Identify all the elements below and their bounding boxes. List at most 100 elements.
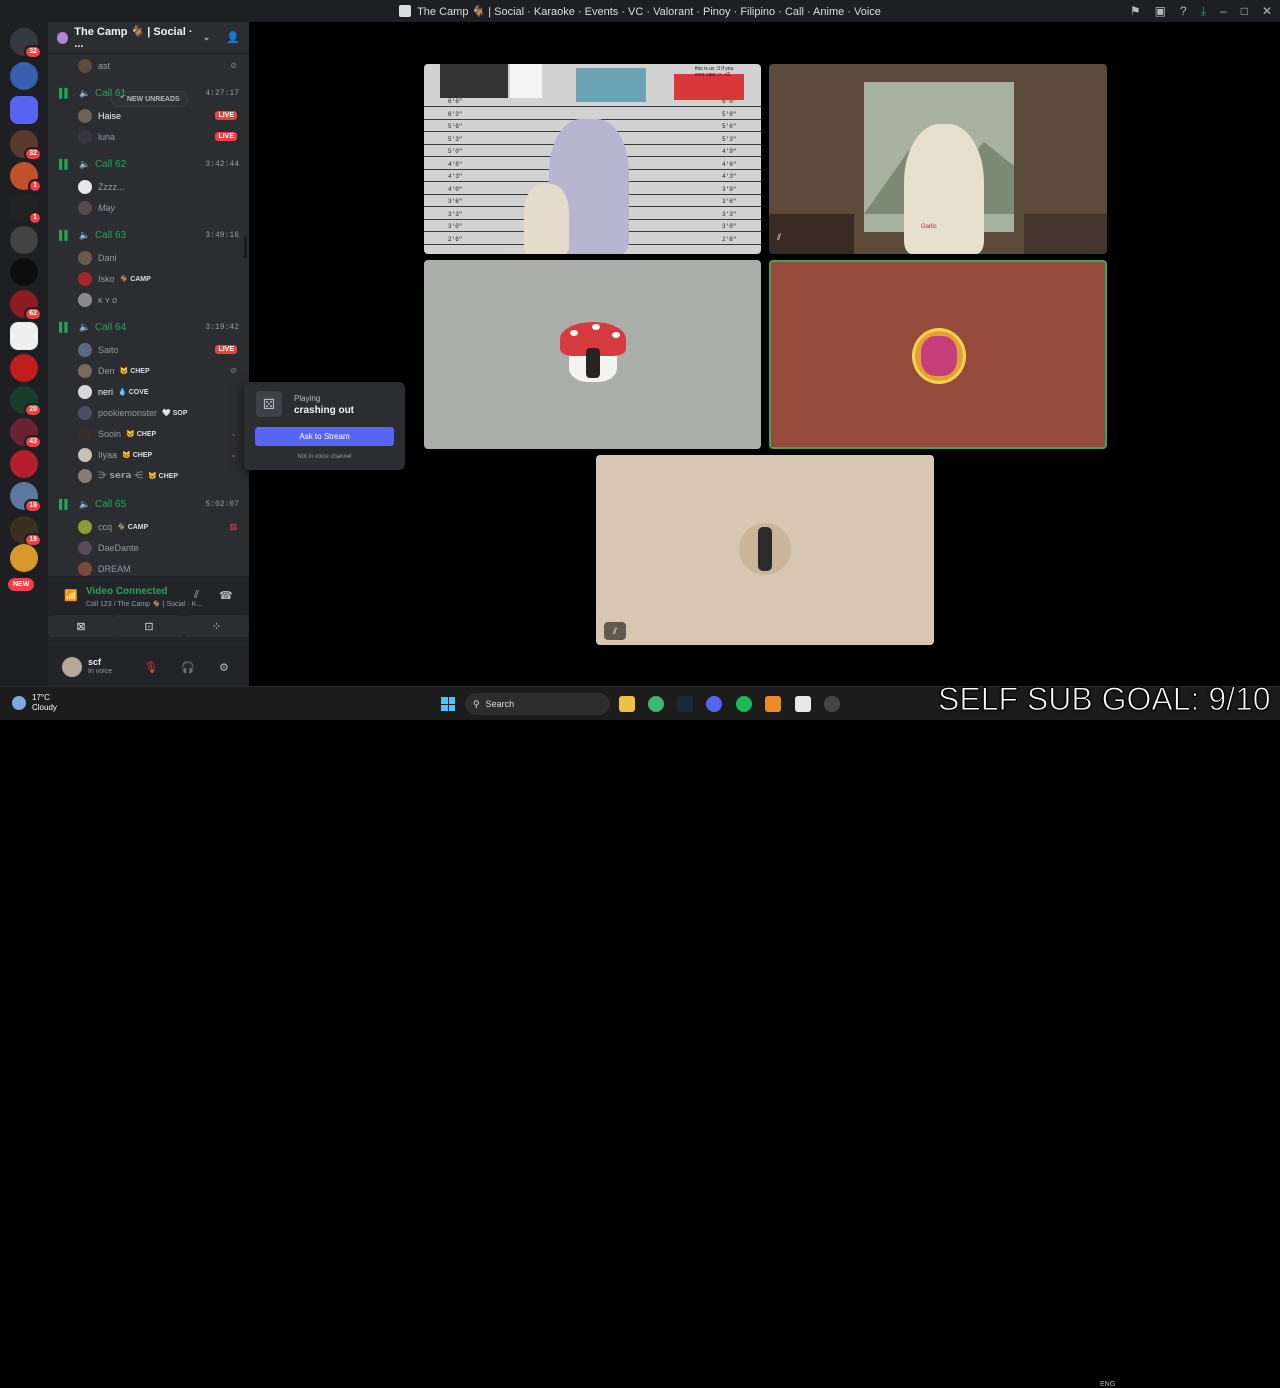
server-name: The Camp 🐐 | Social · ... bbox=[74, 26, 193, 50]
video-tile-window-scene[interactable]: Garlic ⫽ bbox=[769, 64, 1107, 254]
server-icon[interactable]: 32 bbox=[10, 130, 42, 161]
screen-share-button[interactable]: ⊡ bbox=[114, 615, 184, 637]
server-header[interactable]: The Camp 🐐 | Social · ... ⌄ 👤 bbox=[48, 22, 249, 54]
voice-member[interactable]: neri 💧 COVE bbox=[48, 381, 249, 402]
new-servers-pill[interactable]: NEW bbox=[8, 578, 35, 591]
gear-icon[interactable]: ⚙ bbox=[219, 661, 229, 674]
voice-member[interactable]: Dani bbox=[48, 247, 249, 268]
height-label: 5'0" bbox=[448, 148, 463, 155]
discord-home-icon[interactable]: 32 bbox=[10, 28, 42, 59]
discord-icon[interactable] bbox=[706, 696, 722, 712]
voice-channel-call-61[interactable]: ▌▌ 🔈 Call 61 4:27:17 bbox=[48, 83, 249, 103]
the-camp-server-icon[interactable] bbox=[10, 322, 38, 350]
windows-start-icon[interactable] bbox=[441, 697, 455, 711]
weather-widget[interactable]: 17°C Cloudy bbox=[12, 693, 57, 713]
spotify-icon[interactable] bbox=[736, 696, 752, 712]
video-tile-self[interactable]: ⫽ bbox=[596, 455, 934, 645]
window-titlebar: The Camp 🐐 | Social · Karaoke · Events ·… bbox=[0, 0, 1280, 22]
voice-activity-icon: ▌▌ bbox=[59, 230, 71, 240]
channel-sidebar: The Camp 🐐 | Social · ... ⌄ 👤 ast ⊘ ⌃ NE… bbox=[48, 22, 249, 687]
video-tile-height-chart[interactable]: 6'6" 6'0" 6'3" 5'9" 5'6" 5'6" 5'3" 5'3" 5'0" 4'9"… bbox=[424, 64, 761, 254]
server-icon[interactable]: 43 bbox=[10, 418, 42, 449]
anime-character bbox=[904, 124, 984, 254]
chrome-icon[interactable] bbox=[648, 696, 664, 712]
server-icon[interactable] bbox=[10, 62, 38, 90]
ask-to-stream-button[interactable]: Ask to Stream bbox=[255, 427, 394, 446]
channel-list[interactable]: ast ⊘ ⌃ NEW UNREADS ▌▌ 🔈 Call 61 4:27:17… bbox=[48, 54, 249, 576]
voice-member[interactable]: Zzzz... bbox=[48, 176, 249, 197]
voice-member[interactable]: Den 🐱 CHEP ⊘ bbox=[48, 360, 249, 381]
connection-location[interactable]: Call 123 / The Camp 🐐 | Social · K... bbox=[86, 600, 226, 608]
server-icon[interactable]: 16 bbox=[10, 482, 42, 513]
maximize-button[interactable]: □ bbox=[1241, 4, 1248, 18]
activities-button[interactable]: ⁘ bbox=[184, 615, 249, 637]
help-icon[interactable]: ? bbox=[1180, 4, 1187, 18]
user-name[interactable]: scf bbox=[88, 657, 101, 667]
voice-member[interactable]: Ilyaa 🐱 CHEP ⌄ bbox=[48, 444, 249, 465]
live-badge: LIVE bbox=[215, 111, 237, 120]
folder-icon[interactable] bbox=[10, 96, 38, 124]
member-name: ᴋ ʏ ᴏ bbox=[98, 294, 118, 305]
input-language[interactable]: ENG bbox=[1100, 1381, 1115, 1388]
inbox-icon[interactable]: ⚑ bbox=[1130, 4, 1141, 18]
server-icon[interactable] bbox=[10, 450, 38, 478]
webcam-overlay bbox=[769, 214, 854, 254]
screen-icon[interactable]: ▣ bbox=[1155, 4, 1166, 18]
voice-member[interactable]: Haise LIVE bbox=[48, 105, 249, 126]
member-tag: 🐐 CAMP bbox=[119, 275, 151, 283]
voice-channel-call-65[interactable]: ▌▌ 🔈 Call 65 5:02:07 bbox=[48, 494, 249, 514]
server-icon[interactable]: 20 bbox=[10, 386, 42, 417]
server-icon[interactable]: 62 bbox=[10, 290, 42, 321]
server-icon[interactable]: 1 bbox=[10, 162, 42, 193]
voice-channel-call-63[interactable]: ▌▌ 🔈 Call 63 3:49:16 bbox=[48, 225, 249, 245]
voice-member[interactable]: ⋺ 𝘀𝗲𝗿𝗮 ⋲ 🐱 CHEP bbox=[48, 465, 249, 486]
server-icon[interactable] bbox=[10, 258, 38, 286]
voice-member[interactable]: Sooin 🐱 CHEP ⌄ bbox=[48, 423, 249, 444]
minimize-button[interactable]: – bbox=[1220, 4, 1227, 18]
mic-muted-icon[interactable]: 🎙 bbox=[144, 661, 158, 674]
download-icon[interactable]: ⤓ bbox=[1201, 4, 1206, 19]
voice-member[interactable]: ccq 🐐 CAMP ▨ bbox=[48, 516, 249, 537]
file-explorer-icon[interactable] bbox=[619, 696, 635, 712]
video-tile-speaking[interactable] bbox=[769, 260, 1107, 449]
voice-member[interactable]: DREAM bbox=[48, 558, 249, 576]
camera-off-button[interactable]: ⊠ bbox=[48, 615, 114, 637]
voice-member[interactable]: pookiemonster 🤍 SOP bbox=[48, 402, 249, 423]
avatar[interactable] bbox=[62, 657, 82, 677]
steam-icon[interactable] bbox=[677, 696, 693, 712]
member-tag-label: CHEP bbox=[130, 367, 150, 375]
member-name: Zzzz... bbox=[98, 181, 125, 192]
taskbar-search[interactable]: ⚲ Search bbox=[465, 693, 610, 715]
close-button[interactable]: ✕ bbox=[1262, 4, 1272, 18]
voice-channel-call-64[interactable]: ▌▌ 🔈 Call 64 3:19:42 bbox=[48, 317, 249, 337]
avatar bbox=[78, 200, 92, 215]
live-badge: LIVE bbox=[215, 132, 237, 141]
server-icon[interactable] bbox=[10, 544, 38, 572]
voice-member[interactable]: ᴋ ʏ ᴏ bbox=[48, 289, 249, 310]
app-icon[interactable] bbox=[765, 696, 781, 712]
voice-member[interactable]: May bbox=[48, 197, 249, 218]
voice-member[interactable]: ast ⊘ bbox=[48, 55, 249, 76]
connection-status[interactable]: Video Connected bbox=[86, 586, 168, 597]
voice-channel-call-62[interactable]: ▌▌ 🔈 Call 62 3:42:44 bbox=[48, 154, 249, 174]
server-icon[interactable] bbox=[10, 354, 38, 382]
obs-icon[interactable] bbox=[824, 696, 840, 712]
server-icon[interactable] bbox=[10, 226, 38, 254]
headphones-icon[interactable]: 🎧 bbox=[181, 661, 195, 674]
invite-icon[interactable]: 👤 bbox=[226, 31, 240, 44]
scrollbar[interactable] bbox=[244, 236, 247, 258]
voice-member[interactable]: Saito LIVE bbox=[48, 339, 249, 360]
disconnect-icon[interactable]: ☎ bbox=[219, 589, 233, 602]
mushroom-spot bbox=[612, 332, 620, 338]
webcam-overlay bbox=[1024, 214, 1107, 254]
video-tile-mushroom-avatar[interactable] bbox=[424, 260, 761, 449]
playing-label: Playing bbox=[294, 394, 321, 403]
voice-member[interactable]: DaeDante bbox=[48, 537, 249, 558]
server-icon[interactable]: 1 bbox=[10, 194, 42, 225]
voice-member[interactable]: luna LIVE bbox=[48, 126, 249, 147]
server-icon[interactable]: 19 bbox=[10, 516, 42, 547]
noise-suppression-icon[interactable]: ⫽ bbox=[194, 589, 199, 602]
voice-member[interactable]: Isko 🐐 CAMP bbox=[48, 268, 249, 289]
app-icon[interactable] bbox=[795, 696, 811, 712]
channel-timer: 5:02:07 bbox=[205, 499, 239, 509]
